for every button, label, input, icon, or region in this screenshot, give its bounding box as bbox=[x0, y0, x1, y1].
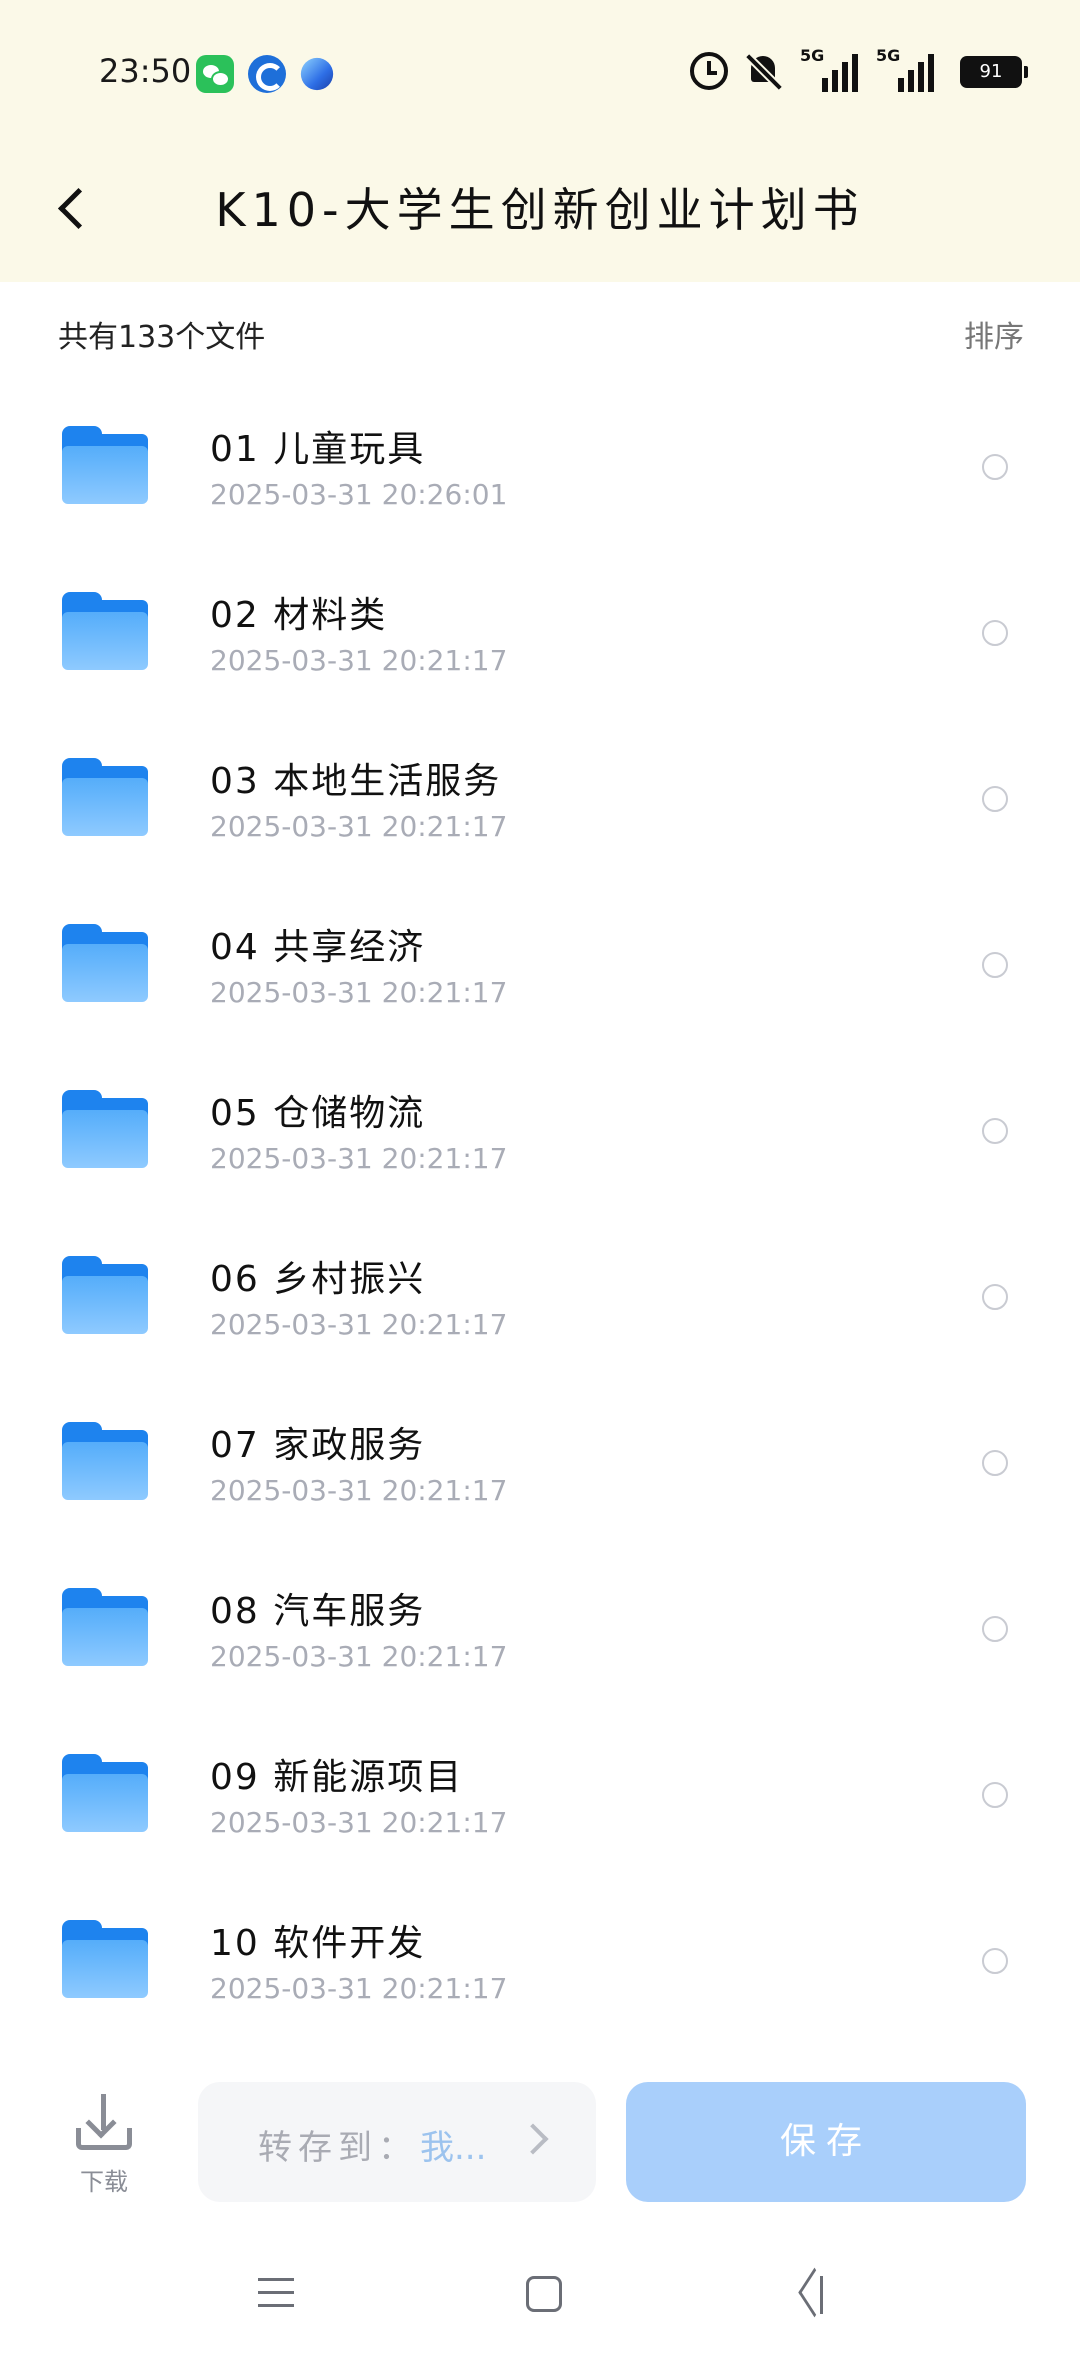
system-nav-bar bbox=[0, 2250, 1080, 2373]
file-date: 2025-03-31 20:21:17 bbox=[210, 1640, 508, 1673]
signal-label: 5G bbox=[800, 46, 825, 65]
download-button[interactable]: 下载 bbox=[62, 2088, 146, 2198]
signal-icon: 5G bbox=[876, 46, 938, 92]
status-icons: 5G 5G 91 bbox=[660, 46, 1080, 94]
file-name: 02 材料类 bbox=[210, 595, 388, 636]
select-radio[interactable] bbox=[982, 1948, 1008, 1974]
sort-button[interactable]: 排序 bbox=[964, 312, 1024, 356]
file-name: 04 共享经济 bbox=[210, 927, 426, 968]
folder-icon bbox=[62, 1588, 148, 1666]
menu-icon[interactable] bbox=[258, 2278, 294, 2308]
list-item[interactable]: 07 家政服务 2025-03-31 20:21:17 bbox=[0, 1386, 1080, 1552]
chevron-right-icon bbox=[517, 2123, 549, 2155]
file-count: 共有133个文件 bbox=[58, 320, 266, 355]
select-radio[interactable] bbox=[982, 1284, 1008, 1310]
folder-icon bbox=[62, 1920, 148, 1998]
page-title: K10-大学生创新创业计划书 bbox=[215, 183, 865, 237]
select-radio[interactable] bbox=[982, 454, 1008, 480]
list-item[interactable]: 04 共享经济 2025-03-31 20:21:17 bbox=[0, 888, 1080, 1054]
folder-icon bbox=[62, 924, 148, 1002]
select-radio[interactable] bbox=[982, 1616, 1008, 1642]
status-time: 23:50 bbox=[99, 52, 192, 90]
file-name: 06 乡村振兴 bbox=[210, 1259, 426, 1300]
select-radio[interactable] bbox=[982, 1450, 1008, 1476]
mute-icon bbox=[744, 52, 782, 92]
back-triangle-icon[interactable] bbox=[790, 2272, 830, 2316]
download-label: 下载 bbox=[80, 2168, 128, 2196]
file-list: 01 儿童玩具 2025-03-31 20:26:01 02 材料类 2025-… bbox=[0, 390, 1080, 2050]
home-icon[interactable] bbox=[526, 2276, 562, 2312]
transfer-label: 转存到： bbox=[258, 2128, 418, 2168]
folder-icon bbox=[62, 1090, 148, 1168]
file-date: 2025-03-31 20:21:17 bbox=[210, 976, 508, 1009]
wechat-icon bbox=[196, 55, 234, 93]
list-item[interactable]: 03 本地生活服务 2025-03-31 20:21:17 bbox=[0, 722, 1080, 888]
file-date: 2025-03-31 20:21:17 bbox=[210, 1972, 508, 2005]
list-item[interactable]: 08 汽车服务 2025-03-31 20:21:17 bbox=[0, 1552, 1080, 1718]
list-item[interactable]: 09 新能源项目 2025-03-31 20:21:17 bbox=[0, 1718, 1080, 1884]
transfer-target: 我... bbox=[420, 2128, 487, 2168]
file-name: 07 家政服务 bbox=[210, 1425, 426, 1466]
battery-icon: 91 bbox=[960, 56, 1028, 88]
file-name: 10 软件开发 bbox=[210, 1923, 426, 1964]
file-name: 05 仓储物流 bbox=[210, 1093, 426, 1134]
select-radio[interactable] bbox=[982, 786, 1008, 812]
folder-icon bbox=[62, 758, 148, 836]
select-radio[interactable] bbox=[982, 952, 1008, 978]
list-item[interactable]: 05 仓储物流 2025-03-31 20:21:17 bbox=[0, 1054, 1080, 1220]
orb-icon bbox=[300, 57, 334, 91]
folder-icon bbox=[62, 1256, 148, 1334]
folder-icon bbox=[62, 592, 148, 670]
list-item[interactable]: 06 乡村振兴 2025-03-31 20:21:17 bbox=[0, 1220, 1080, 1386]
select-radio[interactable] bbox=[982, 620, 1008, 646]
file-date: 2025-03-31 20:21:17 bbox=[210, 644, 508, 677]
folder-icon bbox=[62, 426, 148, 504]
signal-label: 5G bbox=[876, 46, 901, 65]
file-date: 2025-03-31 20:21:17 bbox=[210, 1142, 508, 1175]
alarm-icon bbox=[690, 52, 728, 90]
file-name: 08 汽车服务 bbox=[210, 1591, 426, 1632]
status-bar: 23:50 5G 5G 91 bbox=[0, 0, 1080, 140]
download-icon bbox=[76, 2094, 132, 2152]
list-item[interactable]: 01 儿童玩具 2025-03-31 20:26:01 bbox=[0, 390, 1080, 556]
file-name: 03 本地生活服务 bbox=[210, 761, 502, 802]
list-item[interactable]: 10 软件开发 2025-03-31 20:21:17 bbox=[0, 1884, 1080, 2050]
file-name: 09 新能源项目 bbox=[210, 1757, 464, 1798]
select-radio[interactable] bbox=[982, 1782, 1008, 1808]
file-name: 01 儿童玩具 bbox=[210, 429, 426, 470]
select-radio[interactable] bbox=[982, 1118, 1008, 1144]
blue-c-icon bbox=[248, 55, 286, 93]
folder-icon bbox=[62, 1422, 148, 1500]
transfer-destination-button[interactable]: 转存到： 我... bbox=[198, 2082, 596, 2202]
save-button[interactable]: 保存 bbox=[626, 2082, 1026, 2202]
file-date: 2025-03-31 20:26:01 bbox=[210, 478, 508, 511]
file-date: 2025-03-31 20:21:17 bbox=[210, 1308, 508, 1341]
header: K10-大学生创新创业计划书 bbox=[0, 140, 1080, 282]
folder-icon bbox=[62, 1754, 148, 1832]
file-date: 2025-03-31 20:21:17 bbox=[210, 1806, 508, 1839]
file-date: 2025-03-31 20:21:17 bbox=[210, 1474, 508, 1507]
top-area: 23:50 5G 5G 91 K10-大学生创新创业计划书 bbox=[0, 0, 1080, 282]
signal-icon: 5G bbox=[800, 46, 862, 92]
file-date: 2025-03-31 20:21:17 bbox=[210, 810, 508, 843]
list-item[interactable]: 02 材料类 2025-03-31 20:21:17 bbox=[0, 556, 1080, 722]
